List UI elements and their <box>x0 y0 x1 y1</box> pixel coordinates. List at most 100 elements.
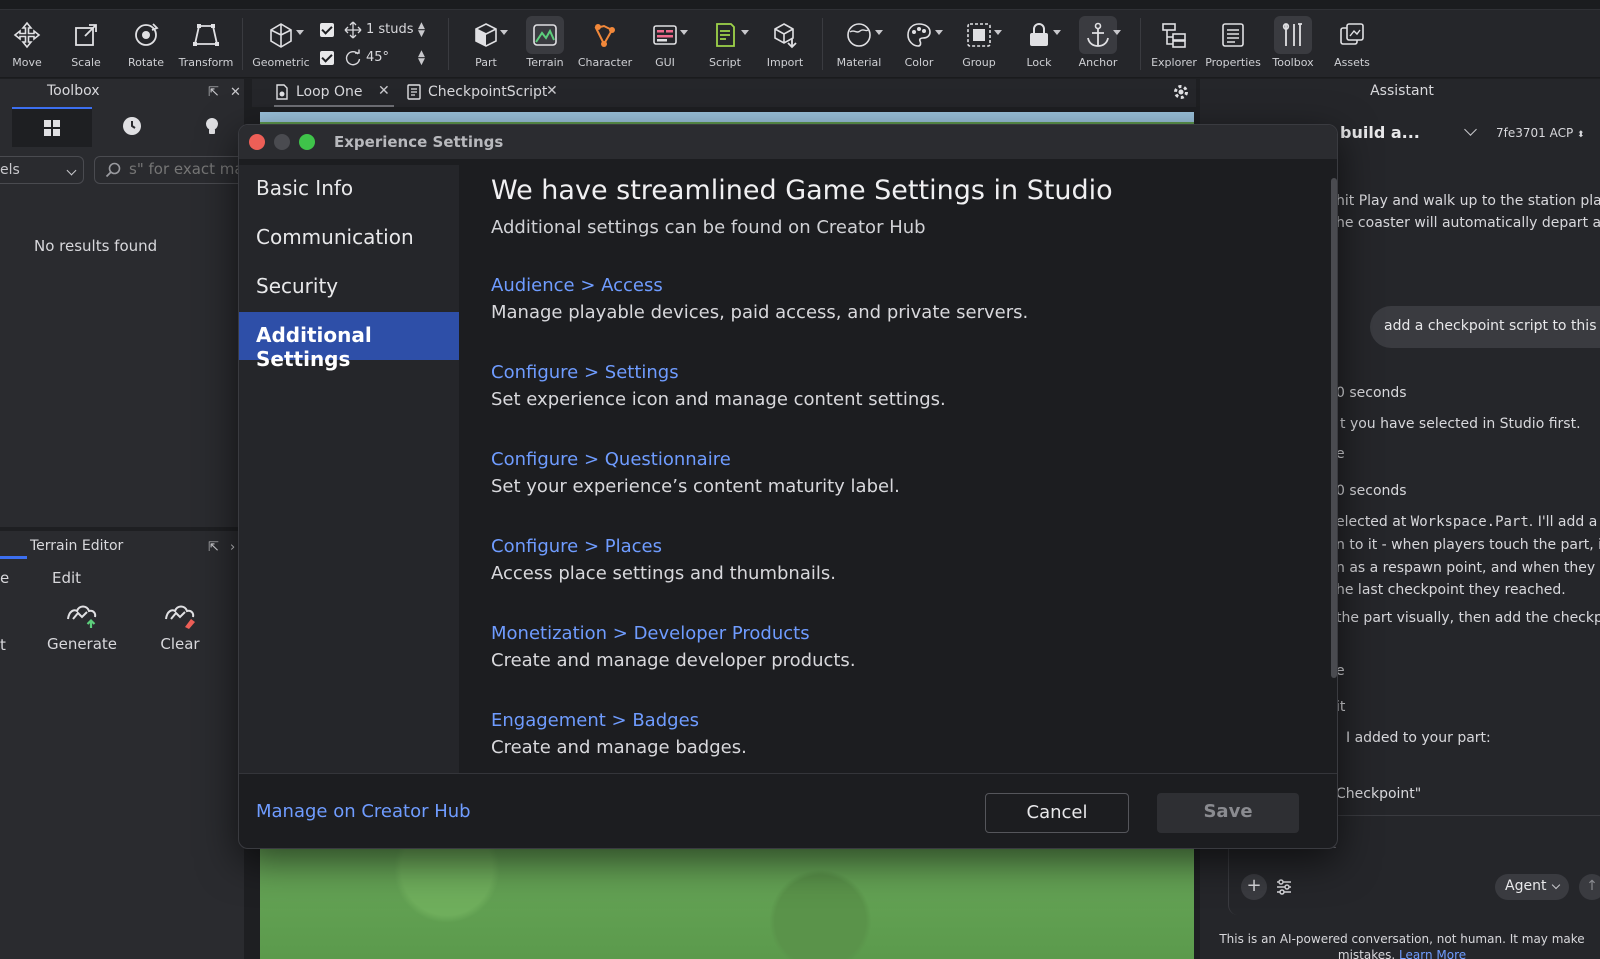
import-tool-button[interactable]: Import <box>756 14 814 74</box>
move-snap-stepper[interactable]: ▲ ▼ <box>418 22 425 39</box>
close-icon[interactable]: ✕ <box>230 85 241 100</box>
content-scrollbar[interactable] <box>1331 178 1337 678</box>
add-attachment-button[interactable]: + <box>1241 874 1267 900</box>
configure-questionnaire-link[interactable]: Configure > Questionnaire <box>491 449 731 470</box>
viewport-settings-gear-icon[interactable] <box>1172 83 1190 101</box>
undock-icon[interactable]: ⇱ <box>208 85 219 100</box>
terrain-tab-create[interactable]: e <box>0 569 9 587</box>
explorer-button[interactable]: Explorer <box>1145 14 1203 74</box>
send-button[interactable]: ↑ <box>1579 874 1600 900</box>
configure-settings-description: Set experience icon and manage content s… <box>491 389 946 410</box>
audience-access-link[interactable]: Audience > Access <box>491 275 663 296</box>
configure-questionnaire-description: Set your experience’s content maturity l… <box>491 476 900 497</box>
geometric-tool-button[interactable]: Geometric <box>252 14 310 74</box>
terrain-clear-icon <box>165 605 195 629</box>
script-tool-button[interactable]: Script <box>696 14 754 74</box>
group-icon <box>967 23 991 47</box>
move-snap-control[interactable]: 1 studs ▲ ▼ <box>318 20 430 40</box>
chat-line: he last checkpoint they reached. <box>1336 582 1566 598</box>
transform-tool-button[interactable]: Transform <box>177 14 235 74</box>
toolbox-category-select[interactable]: els <box>0 156 84 184</box>
scale-tool-button[interactable]: Scale <box>57 14 115 74</box>
gui-tool-button[interactable]: GUI <box>636 14 694 74</box>
group-tool-button[interactable]: Group <box>950 14 1008 74</box>
rotate-snap-checkbox[interactable] <box>320 51 334 65</box>
panel-splitter[interactable] <box>0 527 244 531</box>
viewport-sky <box>260 112 1194 122</box>
assets-button[interactable]: Assets <box>1323 14 1381 74</box>
scale-icon <box>75 24 97 46</box>
part-dropdown-icon[interactable] <box>500 30 508 35</box>
script-dropdown-icon[interactable] <box>741 30 749 35</box>
group-dropdown-icon[interactable] <box>994 30 1002 35</box>
viewport-terrain-grass <box>260 832 1194 959</box>
window-maximize-button[interactable] <box>299 134 315 150</box>
lock-dropdown-icon[interactable] <box>1053 30 1061 35</box>
agent-mode-select[interactable]: Agent <box>1495 874 1569 900</box>
cancel-button[interactable]: Cancel <box>985 793 1129 833</box>
character-tool-button[interactable]: Character <box>576 14 634 74</box>
nav-communication[interactable]: Communication <box>239 214 459 262</box>
developer-products-link[interactable]: Monetization > Developer Products <box>491 623 810 644</box>
tab-loop-one[interactable]: Loop One ✕ <box>274 79 394 107</box>
toolbox-search-input[interactable] <box>129 160 243 178</box>
chevron-down-icon[interactable] <box>1464 123 1477 136</box>
anchor-dropdown-icon[interactable] <box>1113 30 1121 35</box>
lightbulb-icon <box>206 118 218 134</box>
nav-security[interactable]: Security <box>239 263 459 311</box>
rotate-tool-button[interactable]: Rotate <box>117 14 175 74</box>
close-tab-icon[interactable]: ✕ <box>378 83 390 99</box>
terrain-tab-edit[interactable]: Edit <box>52 569 81 587</box>
lock-tool-button[interactable]: Lock <box>1010 14 1068 74</box>
nav-additional-settings[interactable]: Additional Settings <box>239 312 459 371</box>
dialog-titlebar[interactable]: Experience Settings <box>239 125 1337 159</box>
save-button[interactable]: Save <box>1157 793 1299 833</box>
tune-settings-icon[interactable] <box>1275 878 1293 896</box>
terrain-editor-header: Terrain Editor ⇱ › <box>0 534 244 560</box>
geometric-dropdown-icon[interactable] <box>296 30 304 35</box>
window-close-button[interactable] <box>249 134 265 150</box>
color-tool-button[interactable]: Color <box>890 14 948 74</box>
settings-content: We have streamlined Game Settings in Stu… <box>491 175 1321 773</box>
gui-dropdown-icon[interactable] <box>680 30 688 35</box>
terrain-tool-button[interactable]: Terrain <box>516 14 574 74</box>
material-tool-button[interactable]: Material <box>830 14 888 74</box>
chat-title[interactable]: build a... <box>1340 123 1420 142</box>
close-tab-icon[interactable]: ✕ <box>546 83 558 99</box>
chat-line: n to it - when players touch the part, i… <box>1336 537 1600 553</box>
transform-icon <box>193 24 219 46</box>
anchor-tool-button[interactable]: Anchor <box>1069 14 1127 74</box>
terrain-clear-button[interactable]: Clear <box>138 599 222 653</box>
session-id[interactable]: 7fe3701 ACP ⬍ <box>1496 126 1585 140</box>
configure-places-link[interactable]: Configure > Places <box>491 536 662 557</box>
overflow-chevron-icon[interactable]: › <box>230 540 235 555</box>
tab-checkpoint-script[interactable]: CheckpointScript ✕ <box>406 79 576 107</box>
move-snap-checkbox[interactable] <box>320 23 334 37</box>
badges-link[interactable]: Engagement > Badges <box>491 710 699 731</box>
configure-settings-link[interactable]: Configure > Settings <box>491 362 679 383</box>
dialog-title: Experience Settings <box>334 133 504 151</box>
part-tool-button[interactable]: Part <box>457 14 515 74</box>
color-dropdown-icon[interactable] <box>935 30 943 35</box>
manage-on-creator-hub-link[interactable]: Manage on Creator Hub <box>256 801 471 822</box>
undock-icon[interactable]: ⇱ <box>208 540 219 555</box>
settings-nav: Basic Info Communication Security Additi… <box>239 165 459 773</box>
toolbox-tab-inventory[interactable] <box>12 107 92 147</box>
material-dropdown-icon[interactable] <box>875 30 883 35</box>
import-icon <box>774 23 797 49</box>
toolbox-tab-recent[interactable] <box>92 107 172 147</box>
move-tool-button[interactable]: Move <box>0 14 56 74</box>
window-minimize-button[interactable] <box>274 134 290 150</box>
learn-more-link[interactable]: Learn More <box>1399 948 1466 959</box>
rotate-snap-stepper[interactable]: ▲ ▼ <box>418 50 425 67</box>
properties-button[interactable]: Properties <box>1204 14 1262 74</box>
page-heading: We have streamlined Game Settings in Stu… <box>491 175 1113 206</box>
badges-description: Create and manage badges. <box>491 737 747 758</box>
rotate-snap-control[interactable]: 45° ▲ ▼ <box>318 48 430 68</box>
toolbox-search[interactable] <box>94 156 244 184</box>
terrain-generate-button[interactable]: Generate <box>40 599 124 653</box>
toolbox-button[interactable]: Toolbox <box>1264 14 1322 74</box>
nav-basic-info[interactable]: Basic Info <box>239 165 459 213</box>
move-snap-icon <box>344 21 362 39</box>
assistant-panel-title: Assistant <box>1370 83 1434 99</box>
